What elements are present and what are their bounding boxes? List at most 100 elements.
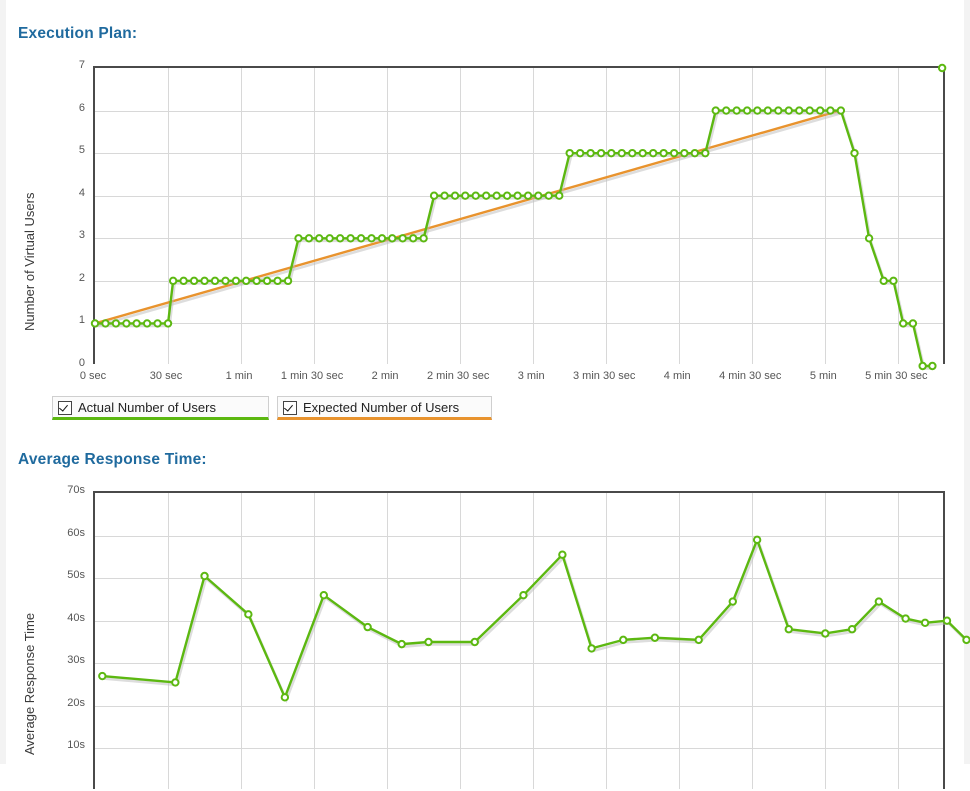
data-point-marker[interactable] [937,63,947,73]
data-point-marker[interactable] [619,635,628,645]
data-point-marker[interactable] [429,191,439,200]
data-point-marker[interactable] [398,234,407,243]
data-point-marker[interactable] [742,106,752,115]
data-point-marker[interactable] [942,616,952,625]
data-point-marker[interactable] [889,276,898,286]
data-point-marker[interactable] [586,148,595,158]
data-point-marker[interactable] [918,361,927,371]
data-point-marker[interactable] [690,148,700,158]
data-point-marker[interactable] [908,319,918,328]
data-point-marker[interactable] [492,191,501,200]
data-point-marker[interactable] [90,319,100,328]
data-point-marker[interactable] [836,106,846,115]
data-point-marker[interactable] [898,319,908,328]
data-point-marker[interactable] [450,191,460,200]
data-point-marker[interactable] [879,276,888,286]
data-point-marker[interactable] [648,148,658,158]
data-point-marker[interactable] [252,276,261,286]
data-point-marker[interactable] [471,191,480,200]
checkbox-actual-users[interactable] [58,400,72,415]
data-point-marker[interactable] [325,234,334,243]
data-point-marker[interactable] [440,191,449,200]
data-point-marker[interactable] [461,191,470,200]
data-point-marker[interactable] [565,148,574,158]
data-point-marker[interactable] [628,148,637,158]
data-point-marker[interactable] [815,106,825,115]
data-point-marker[interactable] [377,234,387,243]
data-point-marker[interactable] [728,597,737,606]
data-point-marker[interactable] [659,148,668,158]
data-point-marker[interactable] [850,148,859,158]
data-point-marker[interactable] [826,106,835,115]
data-point-marker[interactable] [294,234,303,243]
data-point-marker[interactable] [874,597,884,606]
data-point-marker[interactable] [523,191,533,200]
data-point-marker[interactable] [752,535,762,545]
data-point-marker[interactable] [795,106,804,115]
data-point-marker[interactable] [280,693,290,702]
data-point-marker[interactable] [408,234,418,243]
data-point-marker[interactable] [519,590,528,600]
data-point-marker[interactable] [142,319,152,328]
data-point-marker[interactable] [784,106,793,115]
data-point-marker[interactable] [419,234,428,243]
data-point-marker[interactable] [558,550,567,559]
data-point-marker[interactable] [587,644,596,653]
data-point-marker[interactable] [805,106,814,115]
data-point-marker[interactable] [346,234,355,243]
data-point-marker[interactable] [200,276,209,286]
data-point-marker[interactable] [304,234,314,243]
data-point-marker[interactable] [638,148,647,158]
data-point-marker[interactable] [98,671,107,681]
data-point-marker[interactable] [397,639,406,649]
data-point-marker[interactable] [763,106,773,115]
data-point-marker[interactable] [864,234,874,243]
data-point-marker[interactable] [189,276,199,286]
data-point-marker[interactable] [596,148,606,158]
data-point-marker[interactable] [168,276,178,286]
data-point-marker[interactable] [470,637,479,647]
data-point-marker[interactable] [244,610,253,619]
data-point-marker[interactable] [101,319,110,328]
data-point-marker[interactable] [231,276,241,286]
data-point-marker[interactable] [575,148,585,158]
data-point-marker[interactable] [388,234,397,243]
data-point-marker[interactable] [534,191,543,200]
data-point-marker[interactable] [221,276,230,286]
data-point-marker[interactable] [200,571,209,581]
data-point-marker[interactable] [680,148,689,158]
data-point-marker[interactable] [555,191,564,200]
data-point-marker[interactable] [694,635,703,645]
data-point-marker[interactable] [502,191,512,200]
data-point-marker[interactable] [163,319,173,328]
data-point-marker[interactable] [171,678,180,687]
data-point-marker[interactable] [711,106,720,115]
data-point-marker[interactable] [544,191,553,200]
data-point-marker[interactable] [928,361,937,371]
data-point-marker[interactable] [481,191,491,200]
data-point-marker[interactable] [283,276,293,286]
data-point-marker[interactable] [363,622,372,632]
data-point-marker[interactable] [901,614,910,623]
data-point-marker[interactable] [315,234,324,243]
data-point-marker[interactable] [513,191,522,200]
data-point-marker[interactable] [132,319,141,328]
data-point-marker[interactable] [273,276,282,286]
legend-item-actual-users[interactable]: Actual Number of Users [52,396,269,420]
data-point-marker[interactable] [262,276,272,286]
legend-item-expected-users[interactable]: Expected Number of Users [277,396,492,420]
data-point-marker[interactable] [617,148,626,158]
data-point-marker[interactable] [732,106,741,115]
data-point-marker[interactable] [607,148,616,158]
data-point-marker[interactable] [821,629,830,638]
data-point-marker[interactable] [701,148,710,158]
data-point-marker[interactable] [847,625,857,634]
data-point-marker[interactable] [784,625,793,634]
data-point-marker[interactable] [650,633,660,642]
data-point-marker[interactable] [774,106,783,115]
data-point-marker[interactable] [153,319,162,328]
checkbox-expected-users[interactable] [283,400,297,415]
data-point-marker[interactable] [241,276,251,286]
data-point-marker[interactable] [753,106,762,115]
data-point-marker[interactable] [356,234,366,243]
